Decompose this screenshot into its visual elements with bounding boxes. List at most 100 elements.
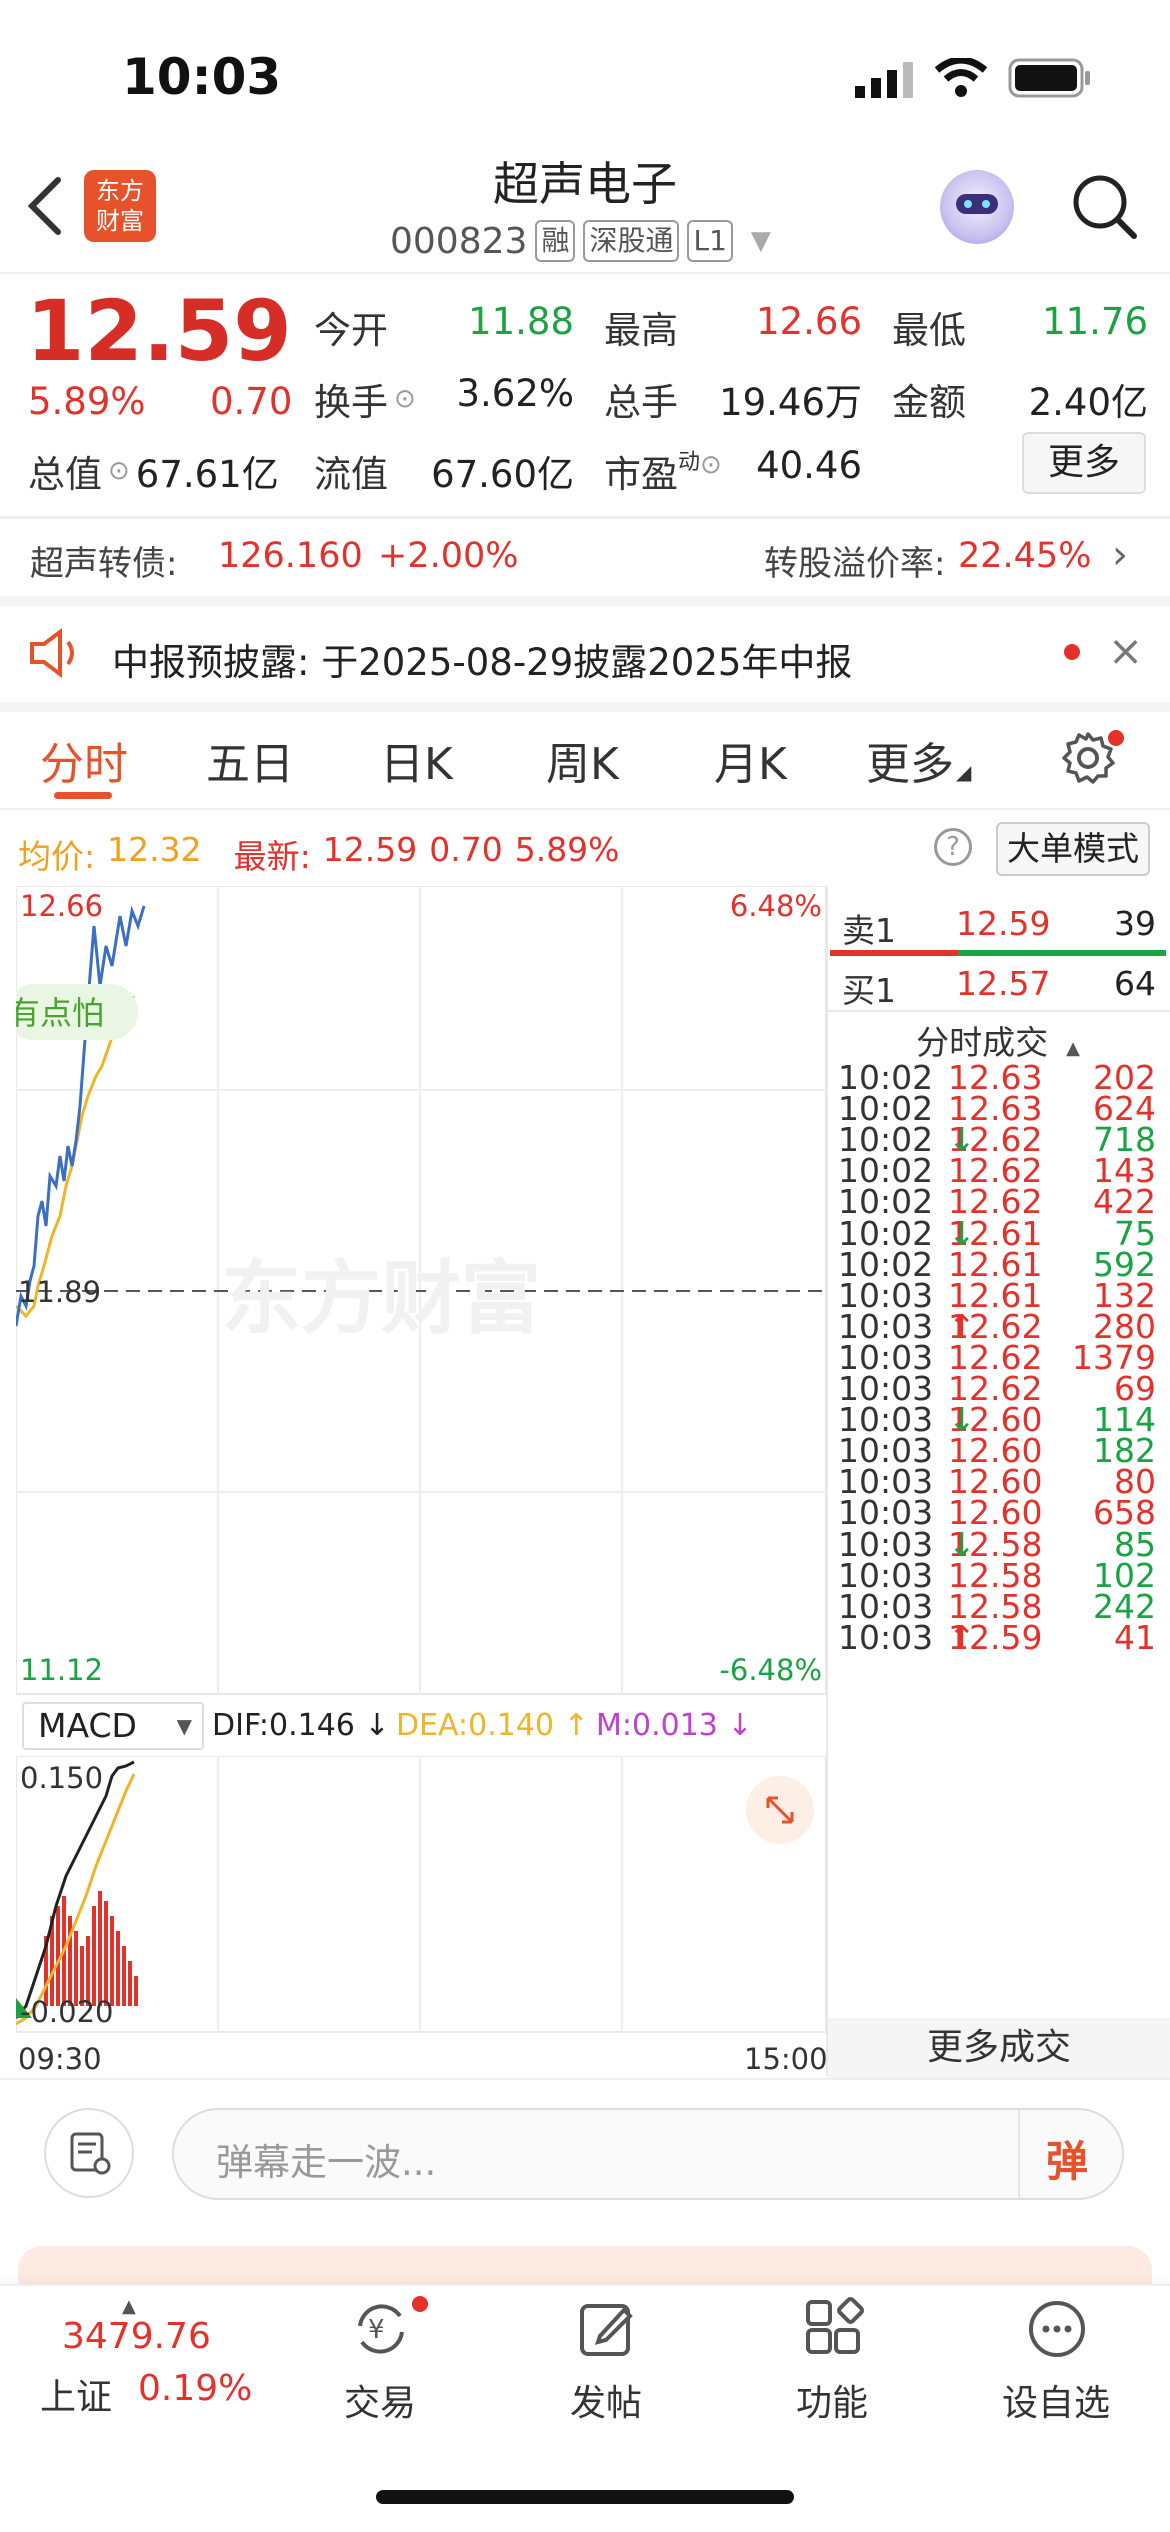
chevron-down-icon: ▼ — [750, 226, 771, 256]
bottom-price: 11.12 — [20, 1653, 103, 1687]
macd-dea: DEA:0.140 ↑ — [396, 1708, 589, 1743]
caret-up-icon: ▲ — [1066, 1038, 1080, 1059]
tab-5day[interactable]: 五日 — [206, 728, 294, 792]
nav-post[interactable]: 发帖 — [546, 2296, 666, 2436]
bond-row[interactable]: 超声转债: 126.160 +2.00% 转股溢价率: 22.45% › — [0, 520, 1170, 596]
turnover-value: 3.62% — [456, 372, 574, 415]
index-ticker[interactable]: ▲ 3479.76 上证 0.19% — [30, 2296, 260, 2436]
avg-label: 均价: — [18, 837, 96, 876]
high-value: 12.66 — [756, 300, 862, 343]
info-icon[interactable]: ⊙ — [394, 384, 416, 414]
robot-avatar-icon[interactable] — [940, 170, 1014, 244]
open-label: 今开 — [314, 309, 388, 352]
trade-badge — [412, 2296, 428, 2312]
big-order-mode-button[interactable]: 大单模式 — [996, 822, 1150, 876]
comment-bubble-text: 有点怕 — [16, 994, 104, 1032]
info-icon[interactable]: ⊙ — [108, 456, 130, 486]
trade-icon: ¥ — [358, 2304, 404, 2354]
help-icon[interactable]: ? — [934, 828, 972, 866]
amount-value: 2.40亿 — [1028, 381, 1148, 424]
change-pct: 5.89% — [28, 380, 146, 423]
float-label: 流值 — [314, 453, 388, 496]
tab-intraday[interactable]: 分时 — [40, 728, 128, 792]
signal-icon — [855, 62, 915, 102]
tick-time: 10:03 — [838, 1617, 934, 1657]
open-value: 11.88 — [468, 300, 574, 343]
more-dots-icon — [1029, 2301, 1085, 2357]
buy-row: 买1 12.57 64 — [842, 964, 1156, 1010]
chart-watermark: 东方财富 — [221, 1252, 541, 1345]
notice-bar[interactable]: 中报预披露: 于2025-08-29披露2025年中报 × — [0, 606, 1170, 702]
bid-ask-bar — [830, 950, 1166, 956]
tab-active-indicator — [54, 792, 112, 799]
latest-pct: 5.89% — [514, 830, 620, 869]
latest-label: 最新: — [233, 837, 311, 876]
macd-bottom: -0.020 — [20, 1995, 114, 2029]
index-pct: 0.19% — [138, 2368, 253, 2409]
settings-dot — [1108, 730, 1124, 746]
svg-text:¥: ¥ — [368, 2315, 385, 2345]
tab-daily[interactable]: 日K — [380, 728, 453, 792]
search-icon[interactable] — [1068, 170, 1140, 246]
turnover-label: 换手 ⊙ — [314, 381, 416, 424]
premium-label: 转股溢价率: — [764, 544, 946, 584]
tag-margin: 融 — [535, 220, 576, 262]
nav-watchlist[interactable]: 设自选 — [986, 2296, 1126, 2436]
macd-top: 0.150 — [20, 1761, 103, 1795]
nav-trade[interactable]: ¥ 交易 — [320, 2296, 440, 2436]
volume-value: 19.46万 — [719, 381, 862, 424]
top-pct: 6.48% — [730, 889, 822, 923]
mktcap-row: 总值 ⊙ 67.61亿 — [28, 444, 279, 498]
chevron-right-icon: › — [1112, 532, 1128, 578]
latest-change: 0.70 — [429, 830, 503, 869]
danmaku-settings-icon[interactable] — [44, 2108, 134, 2198]
caret-icon: ◢ — [956, 760, 972, 784]
close-icon[interactable]: × — [1108, 626, 1143, 675]
grid-icon — [806, 2296, 865, 2354]
macd-histogram — [44, 1891, 138, 2006]
avg-value: 12.32 — [107, 830, 202, 869]
tag-connect: 深股通 — [583, 220, 680, 262]
pe-value: 40.46 — [756, 444, 862, 487]
unread-dot — [1064, 644, 1080, 660]
tab-monthly[interactable]: 月K — [714, 728, 787, 792]
tab-weekly[interactable]: 周K — [546, 728, 619, 792]
tick-row: 10:03 12.59 ↑ 41 — [838, 1617, 1156, 1657]
index-value: 3479.76 — [62, 2316, 211, 2357]
latest-value: 12.59 — [322, 830, 418, 869]
tab-more[interactable]: 更多 ◢ — [866, 728, 971, 792]
danmaku-input[interactable]: 弹幕走一波... 弹 — [172, 2108, 1124, 2200]
pe-label: 市盈动 ⊙ — [604, 450, 722, 496]
mktcap-value: 67.61亿 — [135, 453, 279, 496]
amount-label: 金额 — [892, 381, 966, 424]
intraday-info: 均价: 12.32 最新: 12.59 0.70 5.89% — [18, 830, 620, 878]
info-icon[interactable]: ⊙ — [700, 450, 722, 480]
preclose-price: 11.89 — [18, 1275, 101, 1309]
macd-dif: DIF:0.146 ↓ — [212, 1708, 390, 1743]
nav-functions[interactable]: 功能 — [772, 2296, 892, 2436]
send-danmaku-button[interactable]: 弹 — [1046, 2128, 1088, 2189]
caret-up-icon: ▲ — [122, 2296, 136, 2317]
notice-text: 中报预披露: 于2025-08-29披露2025年中报 — [112, 641, 853, 684]
start-time: 09:30 — [18, 2042, 102, 2076]
current-price: 12.59 — [26, 282, 292, 380]
wifi-icon — [934, 56, 988, 102]
bond-price: 126.160 — [218, 536, 363, 576]
intraday-chart[interactable]: 东方财富 有点怕 12.66 6.48% 11.89 11.12 -6.48% — [16, 886, 826, 1696]
macd-chart[interactable]: 0.150 -0.020 — [16, 1756, 826, 2036]
end-time: 15:00 — [744, 2042, 828, 2076]
bond-label: 超声转债: — [30, 544, 178, 584]
top-price: 12.66 — [20, 889, 103, 923]
home-indicator — [376, 2490, 794, 2504]
tick-arrow: ↑ — [948, 1617, 976, 1657]
premium-value: 22.45% — [958, 536, 1092, 576]
stock-code-row[interactable]: 000823 融 深股通 L1 ▼ — [390, 220, 771, 262]
ticks-title[interactable]: 分时成交 ▲ — [826, 1016, 1170, 1064]
macd-m: M:0.013 ↓ — [596, 1708, 753, 1743]
macd-selector[interactable]: MACD ▼ — [22, 1702, 204, 1750]
high-label: 最高 — [604, 309, 678, 352]
more-ticks-button[interactable]: 更多成交 — [828, 2018, 1170, 2078]
more-button[interactable]: 更多 — [1022, 432, 1146, 494]
status-time: 10:03 — [122, 48, 282, 106]
index-name: 上证 — [40, 2377, 113, 2418]
